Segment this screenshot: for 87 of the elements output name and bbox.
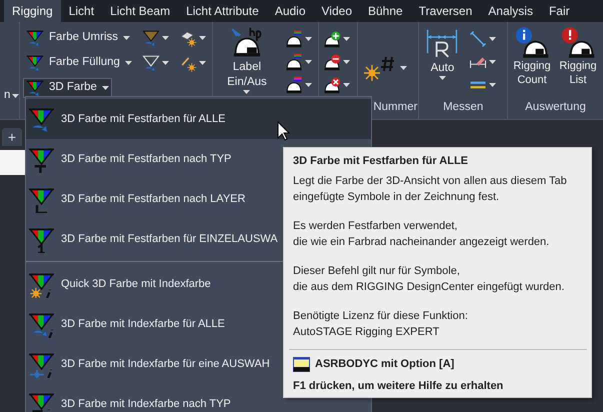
remove-pin-icon [322,53,341,71]
command-name: ASRBODYC mit Option [A] [315,357,454,372]
add-pin-icon [322,30,341,48]
warning-pin-icon [560,26,596,59]
menu-item[interactable]: 3D Farbe mit Indexfarbe für eine AUSWAH [26,344,274,384]
tooltip-text: Dieser Befehl gilt nur für Symbole, die aus dem RIGGING DesignCenter eingefügt wurden. [293,264,564,295]
caret-icon [243,90,250,94]
ruler-icon [469,81,488,89]
pencil-sun-icon [178,54,197,72]
color-funnel-icon [28,106,55,132]
caret-icon [198,61,206,65]
caret-icon [342,83,350,87]
tooltip-text: Es werden Festfarben verwendet, die wie ein Farbrad nacheinander angezeigt werden. [293,219,550,250]
caret-icon [12,94,20,98]
caret-icon [123,36,130,40]
report-button[interactable]: Rigging Count [510,26,554,97]
mouse-cursor-icon [277,121,290,141]
color-funnel-icon [28,350,55,378]
menu-item[interactable]: 3D Farbe mit Festfarben nach LAYER [26,179,250,219]
tooltip-text: Benötigte Lizenz für diese Funktion: AutoSTAGE Rigging EXPERT [293,309,468,340]
color-funnel-icon [28,226,55,252]
funnel-icon [142,54,160,72]
group-label: Auswertung [524,100,587,116]
funnel-icon [26,79,44,97]
color-funnel-icon [28,186,55,212]
ribbon-tab[interactable]: Licht [60,0,102,22]
caret-icon [198,36,206,40]
ribbon-button[interactable]: Farbe Umriss [23,28,134,48]
menu-item[interactable]: 3D Farbe mit Festfarben für ALLE [26,99,371,139]
tooltip-title: 3D Farbe mit Festfarben für ALLE [293,154,468,169]
icon-button[interactable] [322,29,351,49]
ribbon-tab[interactable]: Bühne [360,0,411,22]
ribbon-tab[interactable]: Licht Beam [102,0,178,22]
help-hint: F1 drücken, um weitere Hilfe zu erhalten [293,379,504,394]
label-pin-icon [284,76,303,94]
caret-icon [342,37,350,41]
caret-icon [342,60,350,64]
menu-item[interactable]: Quick 3D Farbe mit Indexfarbe [26,264,215,304]
command-icon [293,356,310,372]
ribbon-tab[interactable]: Analysis [480,0,541,22]
ribbon-tab[interactable]: Traversen [410,0,480,22]
funnel-icon [142,29,160,47]
icon-button[interactable] [322,52,351,72]
ribbon-tab[interactable]: Rigging [4,0,61,22]
caret-icon [124,61,132,65]
diagonal-dimension-icon [469,30,488,48]
measure-button[interactable]: Auto [422,26,462,97]
caret-icon [304,37,312,41]
icon-button[interactable] [322,75,351,95]
eraser-sun-icon [178,29,197,47]
caret-icon [102,86,109,90]
caret-icon [489,60,496,64]
funnel-icon [26,29,44,47]
report-button[interactable]: Rigging List [556,26,600,97]
label-pin-icon [284,30,303,48]
caret-icon [304,83,312,87]
color-funnel-icon [28,390,55,412]
color-funnel-icon [28,146,55,172]
menu-item[interactable]: 3D Farbe mit Indexfarbe nach TYP [26,384,235,412]
menu-item[interactable]: 3D Farbe mit Indexfarbe für ALLE [26,304,229,344]
color-funnel-icon [28,310,55,338]
drawing-area [0,150,26,175]
group-label: Messen [442,100,484,116]
caret-icon [489,83,496,87]
ribbon-tab[interactable]: Fair [540,0,578,22]
caret-icon [489,37,496,41]
ribbon-tab[interactable]: Licht Attribute [178,0,267,22]
menu-item[interactable]: 3D Farbe mit Festfarben nach TYP [26,139,236,179]
delete-pin-icon [322,76,341,94]
ribbon-button[interactable]: Farbe Füllung [23,53,135,73]
ribbon-button[interactable]: 3D Farbe [23,78,112,98]
label-pin-icon [284,53,303,71]
ribbon-tab[interactable]: Video [314,0,360,22]
caret-icon [162,61,169,65]
caret-icon [162,36,169,40]
caret-icon [438,76,446,80]
add-tab-button[interactable]: + [2,128,22,146]
menu-item[interactable]: 3D Farbe mit Festfarben für EINZELAUSWA [26,219,282,259]
caret-icon [400,66,408,70]
group-label: Nummer [372,100,418,116]
info-pin-icon [514,26,550,59]
caret-icon [304,60,312,64]
ribbon-tab[interactable]: Audio [266,0,314,22]
ribbon-button[interactable]: n [3,86,20,106]
funnel-icon [26,54,44,72]
color-funnel-icon [28,270,55,298]
tooltip-text: Legt die Farbe der 3D-Ansicht von allen aus diesem Tab eingefügte Symbole in der Zeichnung fest. [293,174,567,205]
